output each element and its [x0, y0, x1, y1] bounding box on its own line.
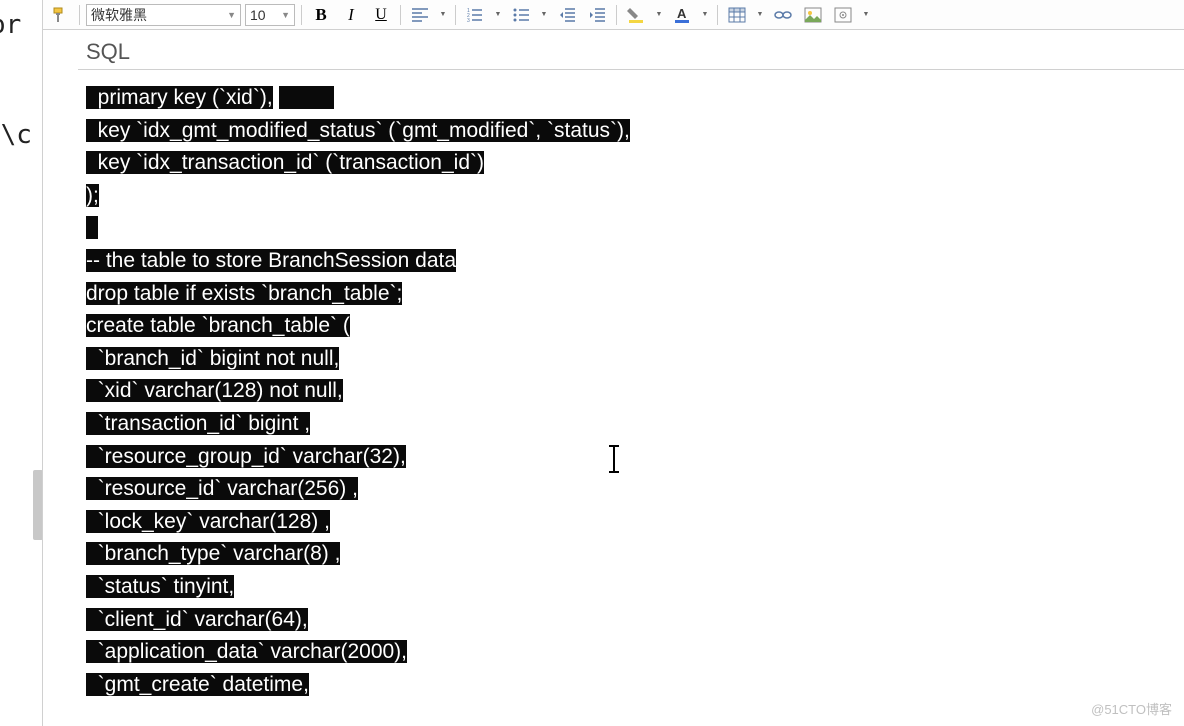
- code-line: [86, 216, 98, 239]
- left-text-fragment: a\c: [0, 120, 32, 150]
- code-line: key `idx_gmt_modified_status` (`gmt_modi…: [86, 119, 630, 142]
- insert-link-button[interactable]: [770, 2, 796, 28]
- code-line: create table `branch_table` (: [86, 314, 350, 337]
- left-text-fragment: or: [0, 10, 21, 40]
- tab-sql[interactable]: SQL: [78, 35, 138, 69]
- highlight-color-button[interactable]: [623, 2, 649, 28]
- dropdown-arrow-icon[interactable]: ▼: [699, 11, 711, 18]
- indent-button[interactable]: [584, 2, 610, 28]
- controls-button[interactable]: [830, 2, 856, 28]
- dropdown-arrow-icon[interactable]: ▼: [538, 11, 550, 18]
- code-line: `branch_type` varchar(8) ,: [86, 542, 340, 565]
- code-line: `lock_key` varchar(128) ,: [86, 510, 330, 533]
- watermark: @51CTO博客: [1091, 699, 1172, 718]
- panel-resize-handle[interactable]: [33, 470, 43, 540]
- code-line: `transaction_id` bigint ,: [86, 412, 310, 435]
- toolbar: 微软雅黑 ▼ 10 ▼ B I U ▼ 1 2 3 ▼ ▼ ▼: [43, 0, 1184, 30]
- code-line: drop table if exists `branch_table`;: [86, 282, 402, 305]
- dropdown-arrow-icon[interactable]: ▼: [492, 11, 504, 18]
- font-size-value: 10: [250, 7, 266, 23]
- dropdown-arrow-icon[interactable]: ▼: [754, 11, 766, 18]
- code-line: `status` tinyint,: [86, 575, 234, 598]
- bold-button[interactable]: B: [308, 2, 334, 28]
- text-cursor: [613, 445, 615, 473]
- code-line: `branch_id` bigint not null,: [86, 347, 339, 370]
- font-size-select[interactable]: 10 ▼: [245, 4, 295, 26]
- insert-image-button[interactable]: [800, 2, 826, 28]
- chevron-down-icon: ▼: [227, 10, 236, 20]
- tab-bar: SQL: [78, 34, 1184, 70]
- italic-button[interactable]: I: [338, 2, 364, 28]
- insert-table-button[interactable]: [724, 2, 750, 28]
- dropdown-arrow-icon[interactable]: ▼: [653, 11, 665, 18]
- outdent-button[interactable]: [554, 2, 580, 28]
- underline-button[interactable]: U: [368, 2, 394, 28]
- font-name-value: 微软雅黑: [91, 5, 147, 25]
- font-color-button[interactable]: A: [669, 2, 695, 28]
- numbered-list-button[interactable]: 1 2 3: [462, 2, 488, 28]
- bullet-list-button[interactable]: [508, 2, 534, 28]
- align-button[interactable]: [407, 2, 433, 28]
- code-line: `application_data` varchar(2000),: [86, 640, 407, 663]
- left-panel: or a\c: [0, 0, 43, 726]
- code-line: -- the table to store BranchSession data: [86, 249, 456, 272]
- svg-text:A: A: [677, 6, 687, 21]
- code-line: );: [86, 184, 99, 207]
- code-line: primary key (`xid`),: [86, 86, 273, 109]
- chevron-down-icon: ▼: [281, 10, 290, 20]
- code-line: `client_id` varchar(64),: [86, 608, 308, 631]
- code-line: `gmt_create` datetime,: [86, 673, 309, 696]
- code-line: `xid` varchar(128) not null,: [86, 379, 343, 402]
- format-painter-button[interactable]: [47, 2, 73, 28]
- code-line: key `idx_transaction_id` (`transaction_i…: [86, 151, 484, 174]
- svg-text:3: 3: [467, 18, 470, 22]
- code-line: `resource_id` varchar(256) ,: [86, 477, 358, 500]
- font-name-select[interactable]: 微软雅黑 ▼: [86, 4, 241, 26]
- code-editor[interactable]: primary key (`xid`), key `idx_gmt_modifi…: [78, 78, 1184, 726]
- dropdown-arrow-icon[interactable]: ▼: [437, 11, 449, 18]
- code-line: `resource_group_id` varchar(32),: [86, 445, 406, 468]
- dropdown-arrow-icon[interactable]: ▼: [860, 11, 872, 18]
